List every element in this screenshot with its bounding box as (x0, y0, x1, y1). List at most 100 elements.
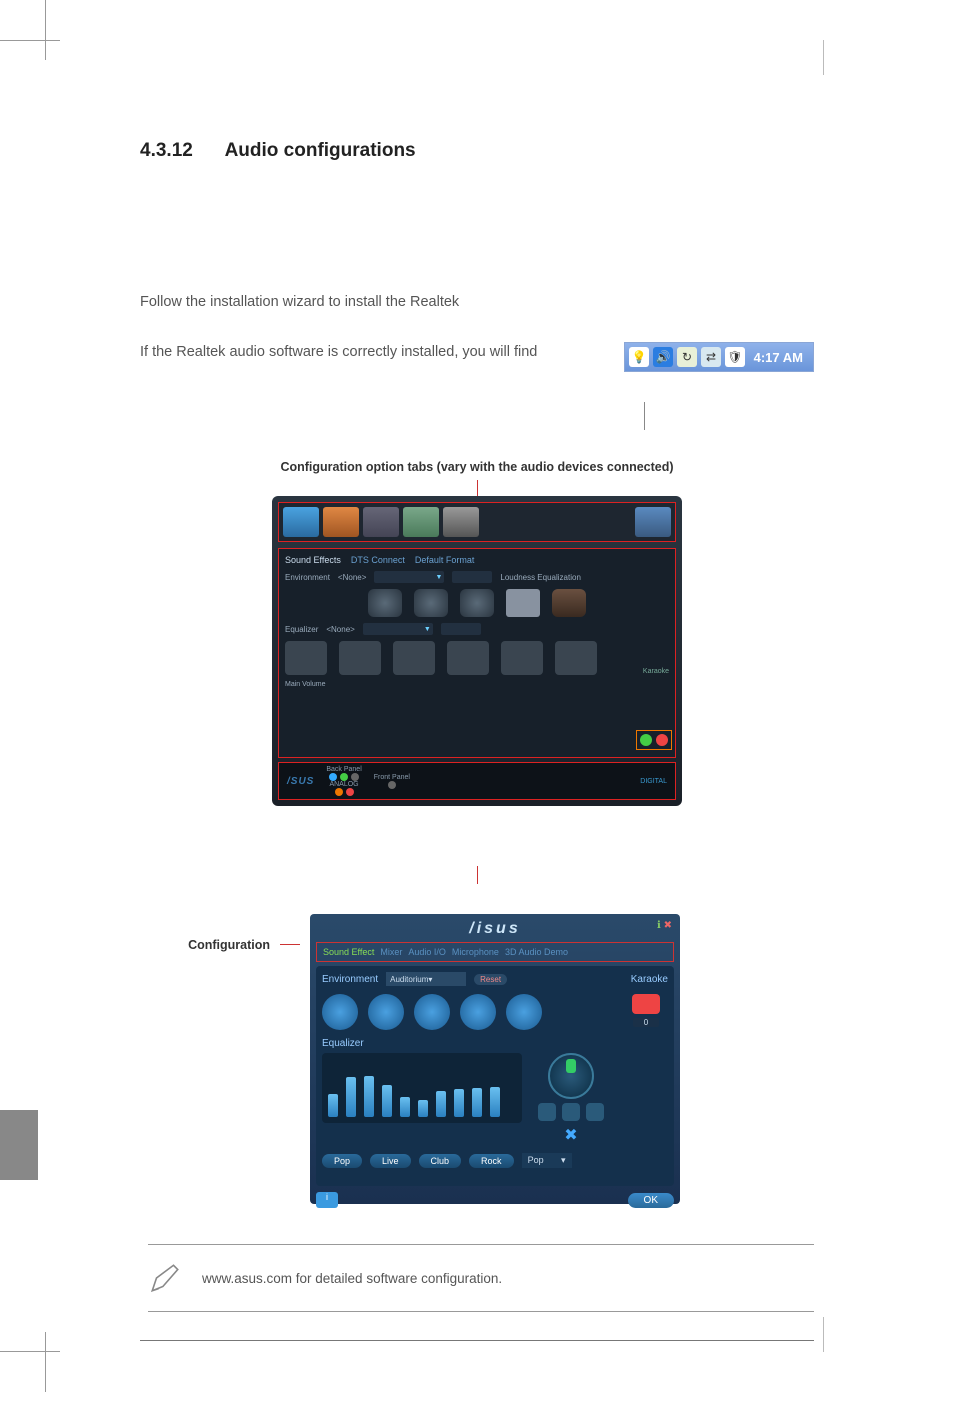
eq-preset-6[interactable] (555, 641, 597, 675)
eq-clear-icon[interactable]: ✖ (564, 1125, 577, 1145)
chevron-down-icon: ▾ (561, 1155, 566, 1166)
loudness-toggle[interactable] (452, 571, 492, 583)
environment-label: Environment (285, 573, 330, 582)
eq-load-button[interactable] (538, 1103, 556, 1121)
subtab-sound-effects[interactable]: Sound Effects (285, 555, 341, 565)
tray-network-icon[interactable]: ⇄ (701, 347, 721, 367)
ok-button[interactable]: OK (628, 1193, 674, 1208)
xp-config-tabs: Sound Effect Mixer Audio I/O Microphone … (316, 942, 674, 962)
eq-slider[interactable] (472, 1088, 482, 1117)
preset-live[interactable]: Live (370, 1154, 411, 1168)
back-panel-label: Back Panel (326, 766, 361, 773)
subtab-default-format[interactable]: Default Format (415, 555, 475, 565)
port-red[interactable] (346, 788, 354, 796)
subtab-row: Sound Effects DTS Connect Default Format (285, 555, 669, 565)
preset-select[interactable]: Pop▾ (522, 1153, 572, 1168)
eq-slider[interactable] (436, 1091, 446, 1117)
equalizer-dropdown[interactable]: ▼ (363, 623, 433, 635)
eq-preset-2[interactable] (339, 641, 381, 675)
tab-mixer[interactable]: Mixer (380, 947, 402, 957)
paragraph-tray: If the Realtek audio software is correct… (140, 342, 606, 362)
tab-3d-audio-demo[interactable]: 3D Audio Demo (505, 947, 568, 957)
loudness-label: Loudness Equalization (500, 573, 581, 582)
xp-info-button[interactable]: i (316, 1192, 338, 1208)
port-orange[interactable] (335, 788, 343, 796)
eq-toggle[interactable] (441, 623, 481, 635)
front-panel-group: Front Panel (374, 774, 410, 789)
reset-button[interactable]: Reset (474, 974, 507, 985)
port-green[interactable] (340, 773, 348, 781)
chevron-down-icon: ▼ (424, 626, 431, 633)
eq-slider[interactable] (364, 1076, 374, 1118)
eq-slider[interactable] (328, 1094, 338, 1117)
eq-dial[interactable] (548, 1053, 594, 1099)
tab-audio-io[interactable]: Audio I/O (408, 947, 446, 957)
tab-sound-effect[interactable]: Sound Effect (323, 947, 374, 957)
eq-preset-5[interactable] (501, 641, 543, 675)
configuration-caption: Configuration (140, 914, 270, 952)
xp-karaoke-label: Karaoke (631, 974, 668, 985)
eq-preset-1[interactable] (285, 641, 327, 675)
eq-slider[interactable] (346, 1077, 356, 1118)
front-port[interactable] (388, 781, 396, 789)
control-buttons-box (636, 730, 672, 750)
tray-shield-icon[interactable]: 🛡 (725, 347, 745, 367)
eq-slider[interactable] (382, 1085, 392, 1117)
preset-rock[interactable]: Rock (469, 1154, 514, 1168)
tab-folder[interactable] (635, 507, 671, 537)
eq-slider[interactable] (400, 1097, 410, 1117)
section-heading: 4.3.12 Audio configurations (140, 140, 814, 162)
eq-slider[interactable] (490, 1087, 500, 1117)
env-preset-4[interactable] (506, 589, 540, 617)
env-icon-4[interactable] (460, 994, 496, 1030)
main-config-panel: Sound Effects DTS Connect Default Format… (278, 548, 676, 758)
tab-device-settings[interactable] (443, 507, 479, 537)
tray-speaker-icon[interactable]: 🔊 (653, 347, 673, 367)
eq-preset-3[interactable] (393, 641, 435, 675)
environment-dropdown[interactable]: ▼ (374, 571, 444, 583)
cancel-indicator-icon[interactable] (656, 734, 668, 746)
env-icon-3[interactable] (414, 994, 450, 1030)
vista-audio-manager-window: Sound Effects DTS Connect Default Format… (272, 496, 682, 806)
info-icon[interactable]: ℹ (657, 920, 661, 931)
eq-slider[interactable] (454, 1089, 464, 1117)
env-icon-2[interactable] (368, 994, 404, 1030)
callout-line-xp (280, 944, 300, 945)
ok-indicator-icon[interactable] (640, 734, 652, 746)
env-preset-3[interactable] (460, 589, 494, 617)
note-box: www.asus.com for detailed software confi… (148, 1244, 814, 1312)
karaoke-icon[interactable] (632, 994, 660, 1014)
env-preset-1[interactable] (368, 589, 402, 617)
eq-preset-4[interactable] (447, 641, 489, 675)
eq-save-button[interactable] (562, 1103, 580, 1121)
env-preset-5[interactable] (552, 589, 586, 617)
eq-slider[interactable] (418, 1100, 428, 1117)
tab-speakers[interactable] (283, 507, 319, 537)
karaoke-label: Karaoke (643, 668, 669, 675)
tab-microphone[interactable]: Microphone (452, 947, 499, 957)
preset-club[interactable]: Club (419, 1154, 462, 1168)
eq-delete-button[interactable] (586, 1103, 604, 1121)
tab-digital[interactable] (323, 507, 359, 537)
xp-body-panel: Environment Auditorium▾ Reset Karaoke 0 (316, 966, 674, 1186)
back-panel-group: Back Panel ANALOG (326, 766, 361, 796)
xp-environment-dropdown[interactable]: Auditorium▾ (386, 972, 466, 986)
chevron-down-icon: ▾ (428, 975, 432, 984)
env-icon-5[interactable] (506, 994, 542, 1030)
tab-mic[interactable] (363, 507, 399, 537)
port-blue[interactable] (329, 773, 337, 781)
tray-tip-icon[interactable]: 💡 (629, 347, 649, 367)
env-icon-1[interactable] (322, 994, 358, 1030)
callout-line (644, 402, 645, 430)
karaoke-number[interactable]: 0 (633, 1018, 659, 1027)
port-grey[interactable] (351, 773, 359, 781)
subtab-dts[interactable]: DTS Connect (351, 555, 405, 565)
close-icon[interactable]: ✖ (664, 920, 672, 931)
env-preset-2[interactable] (414, 589, 448, 617)
tab-linein[interactable] (403, 507, 439, 537)
preset-pop[interactable]: Pop (322, 1154, 362, 1168)
equalizer-label: Equalizer (285, 625, 318, 634)
analog-label: ANALOG (329, 781, 358, 788)
section-number: 4.3.12 (140, 140, 220, 162)
tray-refresh-icon[interactable]: ↻ (677, 347, 697, 367)
